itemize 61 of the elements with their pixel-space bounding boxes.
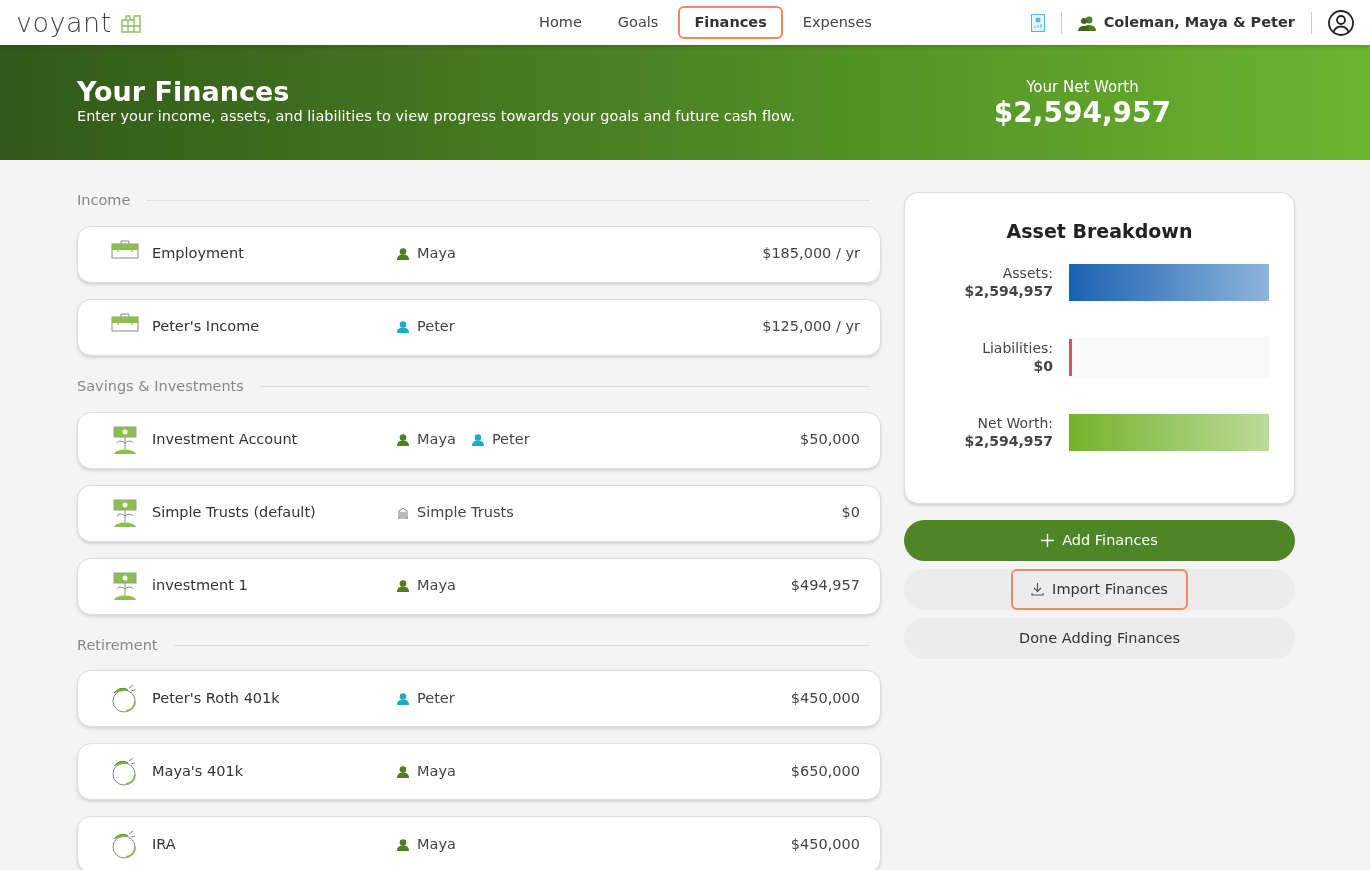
item-name: Peter's Roth 401k [152, 688, 281, 708]
owner-name: Simple Trusts [417, 503, 514, 523]
nav-tab[interactable]: Expenses [786, 5, 888, 40]
page-subtitle: Enter your income, assets, and liabilities to view progress towards your goals and future cash flow. [77, 107, 796, 127]
net-worth-label: Your Net Worth [1025, 76, 1140, 98]
nav-tab[interactable]: Finances [678, 5, 783, 40]
item-name: Employment [152, 244, 245, 264]
finance-item-card[interactable]: Simple Trusts (default) Simple Trusts $0 [77, 484, 881, 542]
bar-label: Assets: [1001, 263, 1053, 282]
finance-item-card[interactable]: Employment Maya $185,000 / yr [77, 225, 881, 283]
owner-name: Maya [417, 244, 456, 264]
item-amount: $494,957 [790, 576, 860, 596]
section-heading: Savings & Investments [77, 376, 244, 396]
finance-item-card[interactable]: Investment Account Maya Peter $50,000 [77, 411, 881, 469]
item-amount: $650,000 [790, 761, 860, 781]
money-plant-icon [111, 425, 139, 455]
item-name: Peter's Income [152, 317, 261, 337]
bar-value: $2,594,957 [963, 432, 1053, 451]
item-amount: $450,000 [790, 834, 860, 854]
owner-name: Maya [417, 761, 456, 781]
finance-item-card[interactable]: IRA Maya $450,000 [77, 816, 881, 870]
net-worth-value: $2,594,957 [993, 98, 1171, 130]
section-heading: Retirement [77, 635, 158, 655]
plus-icon [1041, 534, 1055, 547]
money-plant-icon [111, 498, 139, 528]
nav-tab[interactable]: Home [523, 5, 598, 40]
item-amount: $50,000 [800, 430, 860, 450]
bar-label: Liabilities: [981, 338, 1053, 357]
item-amount: $0 [841, 503, 860, 523]
owner-name: Maya [417, 430, 456, 450]
finance-item-card[interactable]: investment 1 Maya $494,957 [77, 557, 881, 615]
people-icon [1077, 14, 1096, 31]
owner-name: Maya [417, 834, 456, 854]
item-name: IRA [152, 834, 177, 854]
item-amount: $125,000 / yr [762, 317, 860, 337]
finance-item-card[interactable]: Peter's Roth 401k Peter $450,000 [77, 670, 881, 728]
item-name: Maya's 401k [152, 761, 245, 781]
bar-label: Net Worth: [976, 413, 1053, 432]
bar-value: $0 [1032, 357, 1053, 376]
brand-name: voyant [16, 9, 112, 36]
page-title: Your Finances [77, 76, 291, 107]
action-button[interactable]: Import Finances [1011, 568, 1188, 611]
item-amount: $450,000 [790, 688, 860, 708]
item-amount: $185,000 / yr [762, 244, 860, 264]
user-icon[interactable] [1328, 9, 1354, 36]
household-name[interactable]: Coleman, Maya & Peter [1103, 11, 1295, 34]
bar-value: $2,594,957 [963, 282, 1053, 301]
download-icon [1031, 583, 1045, 596]
owner-name: Peter [417, 317, 455, 337]
finance-item-card[interactable]: Maya's 401k Maya $650,000 [77, 743, 881, 801]
owner-name: Peter [491, 430, 530, 450]
owner-name: Maya [417, 576, 456, 596]
item-name: Simple Trusts (default) [152, 503, 317, 523]
finance-item-card[interactable]: Peter's Income Peter $125,000 / yr [77, 298, 881, 356]
item-name: Investment Account [152, 430, 299, 450]
card-title: Asset Breakdown [1006, 219, 1193, 244]
item-name: investment 1 [152, 576, 249, 596]
money-plant-icon [111, 571, 139, 601]
owner-name: Peter [417, 688, 455, 708]
nav-tab[interactable]: Goals [601, 5, 675, 40]
section-heading: Income [77, 191, 131, 210]
